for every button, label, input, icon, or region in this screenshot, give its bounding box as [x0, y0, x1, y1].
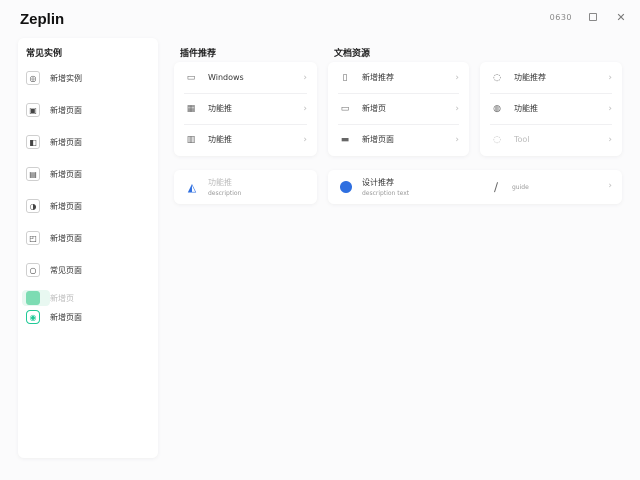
app-title: Zeplin	[20, 11, 65, 28]
sidebar-item-8[interactable]: 新增页	[26, 289, 74, 307]
section-title-plugins: 插件推荐	[180, 49, 217, 59]
row-label: 功能推	[514, 104, 538, 113]
card-a-row-2[interactable]: ▦ 功能推 ›	[174, 93, 317, 124]
bubble-icon: ◌	[493, 134, 501, 145]
card-bottom-right[interactable]: 设计推荐 description text ∕ guide ›	[328, 170, 622, 204]
monitor-icon: ▬	[340, 134, 350, 145]
maximize-icon	[589, 13, 597, 21]
chevron-right-icon: ›	[455, 134, 459, 145]
card-c-row-1[interactable]: ◌ 功能推荐 ›	[480, 62, 622, 93]
sidebar-item-label: 新增实例	[50, 73, 82, 83]
card-b-row-2[interactable]: ▭ 新增页 ›	[328, 93, 469, 124]
file-icon: ▯	[342, 72, 348, 83]
bottom-right-title: 设计推荐	[362, 178, 394, 187]
row-label: 新增页面	[362, 135, 394, 144]
title-bar: Zeplin 0630 ✕	[0, 0, 640, 38]
app-icon	[338, 179, 354, 195]
chat-icon: ◌	[493, 72, 501, 83]
frame-icon: ◰	[26, 231, 40, 245]
card-a-row-1[interactable]: ▭ Windows ›	[174, 62, 317, 93]
sidebar-item-label: 新增页面	[50, 169, 82, 179]
sidebar-item-label: 新增页	[50, 293, 74, 303]
bottom-left-content: ◭ 功能推 description	[174, 171, 251, 203]
card-features: ◌ 功能推荐 › ◍ 功能推 › ◌ Tool ›	[480, 62, 622, 156]
bottom-right-subtitle: description text	[362, 190, 410, 197]
message-icon: ◍	[493, 103, 501, 114]
card-c-row-3[interactable]: ◌ Tool ›	[480, 124, 622, 155]
sidebar-item-label: 新增页面	[50, 137, 82, 147]
row-label: Windows	[208, 73, 244, 82]
bottom-right-extra: ∕ guide	[478, 171, 539, 203]
sidebar: 常见实例 ◎ 新增实例 ▣ 新增页面 ◧ 新增页面 ▤ 新增页面 ◑ 新增页面 …	[18, 38, 158, 458]
bottom-left-subtitle: description	[208, 190, 242, 197]
sidebar-item-3[interactable]: ◧ 新增页面	[26, 133, 82, 151]
document-icon: ▤	[26, 167, 40, 181]
row-label: 新增推荐	[362, 73, 394, 82]
grid-icon: ▦	[186, 103, 196, 114]
chevron-right-icon: ›	[608, 181, 612, 191]
window-icon: ▭	[186, 72, 196, 83]
row-label: 功能推	[208, 104, 232, 113]
bottom-left-title: 功能推	[208, 178, 232, 187]
chevron-right-icon: ›	[303, 72, 307, 83]
circle-icon: ○	[26, 263, 40, 277]
target-icon: ◎	[26, 71, 40, 85]
pen-icon: ∕	[493, 180, 499, 194]
cloud-icon: ◭	[187, 180, 197, 194]
window-status-text: 0630	[549, 12, 572, 22]
maximize-button[interactable]	[586, 10, 600, 24]
browser-icon: ▭	[340, 103, 350, 114]
sidebar-item-6[interactable]: ◰ 新增页面	[26, 229, 82, 247]
section-title-docs: 文档资源	[334, 49, 371, 59]
close-button[interactable]: ✕	[614, 10, 628, 24]
bottom-right-content: 设计推荐 description text	[328, 171, 419, 203]
bottom-right-guide-label: guide	[512, 183, 529, 191]
chevron-right-icon: ›	[303, 134, 307, 145]
card-docs: ▯ 新增推荐 › ▭ 新增页 › ▬ 新增页面 ›	[328, 62, 469, 156]
sidebar-item-1[interactable]: ◎ 新增实例	[26, 69, 82, 87]
card-a-row-3[interactable]: ▥ 功能推 ›	[174, 124, 317, 155]
card-bottom-left[interactable]: ◭ 功能推 description	[174, 170, 317, 204]
row-label: 新增页	[362, 104, 386, 113]
sidebar-item-label: 新增页面	[50, 201, 82, 211]
sidebar-item-2[interactable]: ▣ 新增页面	[26, 101, 82, 119]
table-icon: ▥	[186, 134, 196, 145]
row-label: Tool	[514, 135, 530, 144]
bottom-left-text: 功能推 description	[208, 177, 241, 197]
sidebar-item-label: 新增页面	[50, 105, 82, 115]
chevron-right-icon: ›	[455, 72, 459, 83]
contrast-icon: ◑	[26, 199, 40, 213]
card-b-row-1[interactable]: ▯ 新增推荐 ›	[328, 62, 469, 93]
chevron-right-icon: ›	[608, 134, 612, 145]
chevron-right-icon: ›	[608, 103, 612, 114]
card-plugins: ▭ Windows › ▦ 功能推 › ▥ 功能推 ›	[174, 62, 317, 156]
layout-icon: ◧	[26, 135, 40, 149]
card-b-row-3[interactable]: ▬ 新增页面 ›	[328, 124, 469, 155]
folder-icon	[26, 291, 40, 305]
page-icon: ▣	[26, 103, 40, 117]
chevron-right-icon: ›	[455, 103, 459, 114]
sidebar-item-label: 常见页面	[50, 265, 82, 275]
bottom-right-text: 设计推荐 description text	[362, 177, 409, 197]
sidebar-item-label: 新增页面	[50, 233, 82, 243]
sidebar-item-5[interactable]: ◑ 新增页面	[26, 197, 82, 215]
sidebar-item-4[interactable]: ▤ 新增页面	[26, 165, 82, 183]
window-controls: 0630 ✕	[550, 10, 628, 24]
sidebar-item-7[interactable]: ○ 常见页面	[26, 261, 82, 279]
sidebar-item-9[interactable]: ◉ 新增页面	[26, 308, 82, 326]
row-label: 功能推荐	[514, 73, 546, 82]
sidebar-title: 常见实例	[26, 49, 63, 59]
card-c-row-2[interactable]: ◍ 功能推 ›	[480, 93, 622, 124]
close-icon: ✕	[616, 10, 626, 24]
chevron-right-icon: ›	[303, 103, 307, 114]
sidebar-item-label: 新增页面	[50, 312, 82, 322]
row-label: 功能推	[208, 135, 232, 144]
toggle-icon: ◉	[26, 310, 40, 324]
chevron-right-icon: ›	[608, 72, 612, 83]
